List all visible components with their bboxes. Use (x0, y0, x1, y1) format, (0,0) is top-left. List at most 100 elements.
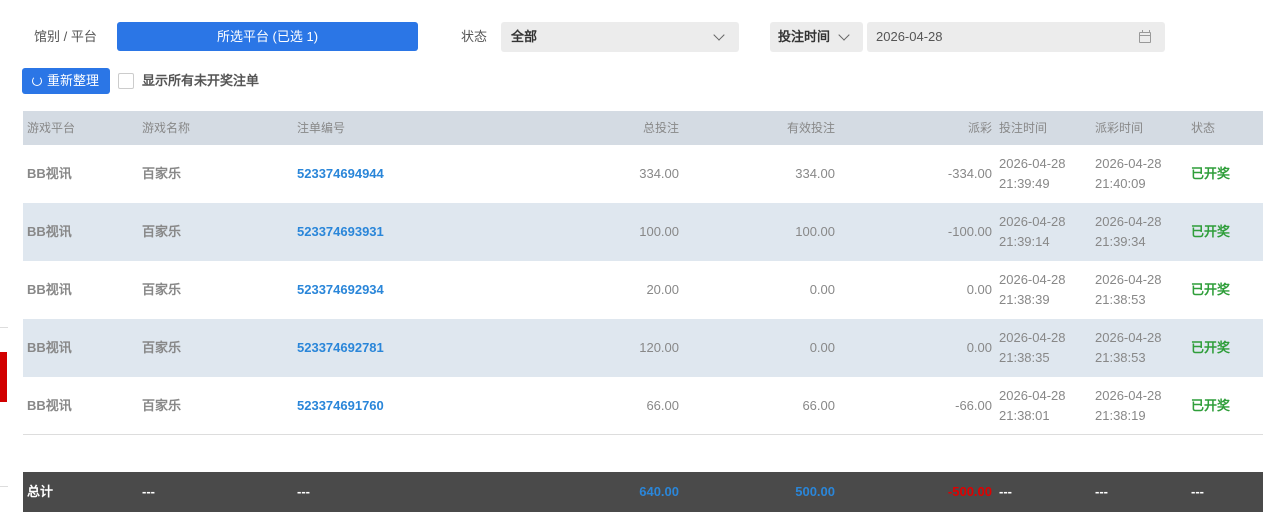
status-select-value: 全部 (511, 29, 538, 44)
header-platform: 游戏平台 (27, 121, 76, 135)
header-payout: 派彩 (967, 121, 992, 135)
show-unsettled-label: 显示所有未开奖注单 (142, 73, 260, 88)
totals-payout: -500.00 (947, 484, 992, 499)
filter-bar: 馆别 / 平台 所选平台 (已选 1) 状态 全部 投注时间 2026-04-2… (0, 22, 1263, 52)
left-edge-marker (0, 352, 7, 402)
cell-platform: BB视讯 (27, 166, 72, 181)
cell-payout: -100.00 (947, 224, 992, 239)
refresh-icon (32, 76, 42, 86)
calendar-icon (1139, 30, 1151, 43)
totals-total-bet: 640.00 (639, 484, 679, 499)
cell-total-bet: 120.00 (639, 340, 679, 355)
bet-records-table: 游戏平台 游戏名称 注单编号 总投注 有效投注 派彩 投注时间 派彩时间 状态 … (23, 111, 1263, 435)
cell-platform: BB视讯 (27, 224, 72, 239)
bet-date: 2026-04-28 (999, 330, 1066, 345)
totals-bet-time: --- (999, 484, 1012, 499)
bet-date: 2026-04-28 (999, 388, 1066, 403)
bet-clock: 21:38:35 (999, 350, 1050, 365)
cell-game: 百家乐 (142, 340, 182, 355)
cell-game: 百家乐 (142, 166, 182, 181)
refresh-button[interactable]: 重新整理 (22, 68, 110, 94)
cell-valid-bet: 0.00 (809, 340, 835, 355)
pay-date: 2026-04-28 (1095, 156, 1162, 171)
cell-game: 百家乐 (142, 282, 182, 297)
cell-payout-time: 2026-04-28 21:38:53 (1095, 328, 1162, 368)
pay-date: 2026-04-28 (1095, 330, 1162, 345)
header-bet-time: 投注时间 (999, 121, 1048, 135)
status-badge: 已开奖 (1191, 166, 1231, 181)
status-label: 状态 (461, 29, 488, 44)
bet-id-link[interactable]: 523374692934 (297, 261, 384, 319)
pay-clock: 21:39:34 (1095, 234, 1146, 249)
pay-clock: 21:38:19 (1095, 408, 1146, 423)
chevron-down-icon (713, 29, 725, 41)
table-row: BB视讯 百家乐 523374692934 20.00 0.00 0.00 20… (23, 261, 1263, 319)
pay-clock: 21:38:53 (1095, 292, 1146, 307)
cell-platform: BB视讯 (27, 398, 72, 413)
pay-date: 2026-04-28 (1095, 388, 1162, 403)
header-valid-bet: 有效投注 (786, 121, 835, 135)
cell-payout-time: 2026-04-28 21:38:53 (1095, 270, 1162, 310)
pay-date: 2026-04-28 (1095, 272, 1162, 287)
time-type-value: 投注时间 (778, 29, 831, 44)
bet-clock: 21:38:01 (999, 408, 1050, 423)
status-badge: 已开奖 (1191, 340, 1231, 355)
table-row: BB视讯 百家乐 523374692781 120.00 0.00 0.00 2… (23, 319, 1263, 377)
totals-game: --- (142, 484, 155, 499)
cell-payout-time: 2026-04-28 21:38:19 (1095, 386, 1162, 426)
header-payout-time: 派彩时间 (1095, 121, 1144, 135)
cell-bet-time: 2026-04-28 21:39:14 (999, 212, 1066, 252)
header-bet-id: 注单编号 (297, 121, 346, 135)
edge-divider (0, 486, 8, 487)
cell-bet-time: 2026-04-28 21:38:39 (999, 270, 1066, 310)
totals-row: 总计 --- --- 640.00 500.00 -500.00 --- ---… (23, 472, 1263, 512)
cell-valid-bet: 66.00 (802, 398, 835, 413)
cell-bet-time: 2026-04-28 21:38:01 (999, 386, 1066, 426)
date-value: 2026-04-28 (876, 29, 943, 44)
bet-date: 2026-04-28 (999, 156, 1066, 171)
bet-id-link[interactable]: 523374693931 (297, 203, 384, 261)
bet-clock: 21:39:14 (999, 234, 1050, 249)
totals-status: --- (1191, 484, 1204, 499)
cell-platform: BB视讯 (27, 282, 72, 297)
edge-divider (0, 327, 8, 328)
bet-clock: 21:39:49 (999, 176, 1050, 191)
venue-platform-label: 馆别 / 平台 (34, 29, 97, 44)
status-select[interactable]: 全部 (501, 22, 739, 52)
table-row: BB视讯 百家乐 523374694944 334.00 334.00 -334… (23, 145, 1263, 203)
bet-id-link[interactable]: 523374694944 (297, 145, 384, 203)
cell-payout-time: 2026-04-28 21:40:09 (1095, 154, 1162, 194)
table-body: BB视讯 百家乐 523374694944 334.00 334.00 -334… (23, 145, 1263, 435)
cell-valid-bet: 334.00 (795, 166, 835, 181)
header-status: 状态 (1191, 121, 1216, 135)
bet-date: 2026-04-28 (999, 272, 1066, 287)
totals-valid-bet: 500.00 (795, 484, 835, 499)
cell-valid-bet: 0.00 (809, 282, 835, 297)
table-row: BB视讯 百家乐 523374693931 100.00 100.00 -100… (23, 203, 1263, 261)
bet-id-link[interactable]: 523374691760 (297, 377, 384, 435)
cell-game: 百家乐 (142, 398, 182, 413)
cell-payout: -334.00 (947, 166, 992, 181)
totals-payout-time: --- (1095, 484, 1108, 499)
platform-select-button[interactable]: 所选平台 (已选 1) (117, 22, 418, 51)
cell-platform: BB视讯 (27, 340, 72, 355)
pay-clock: 21:38:53 (1095, 350, 1146, 365)
cell-total-bet: 100.00 (639, 224, 679, 239)
status-badge: 已开奖 (1191, 282, 1231, 297)
chevron-down-icon (838, 29, 850, 41)
cell-game: 百家乐 (142, 224, 182, 239)
date-picker-input[interactable]: 2026-04-28 (867, 22, 1165, 52)
show-unsettled-checkbox[interactable] (118, 73, 134, 89)
status-badge: 已开奖 (1191, 398, 1231, 413)
cell-valid-bet: 100.00 (795, 224, 835, 239)
bet-id-link[interactable]: 523374692781 (297, 319, 384, 377)
pay-date: 2026-04-28 (1095, 214, 1162, 229)
refresh-button-label: 重新整理 (47, 73, 100, 88)
header-game: 游戏名称 (142, 121, 191, 135)
table-header: 游戏平台 游戏名称 注单编号 总投注 有效投注 派彩 投注时间 派彩时间 状态 (23, 111, 1263, 145)
cell-bet-time: 2026-04-28 21:39:49 (999, 154, 1066, 194)
cell-total-bet: 20.00 (646, 282, 679, 297)
cell-payout: 0.00 (966, 340, 992, 355)
cell-total-bet: 66.00 (646, 398, 679, 413)
time-type-select[interactable]: 投注时间 (770, 22, 863, 52)
